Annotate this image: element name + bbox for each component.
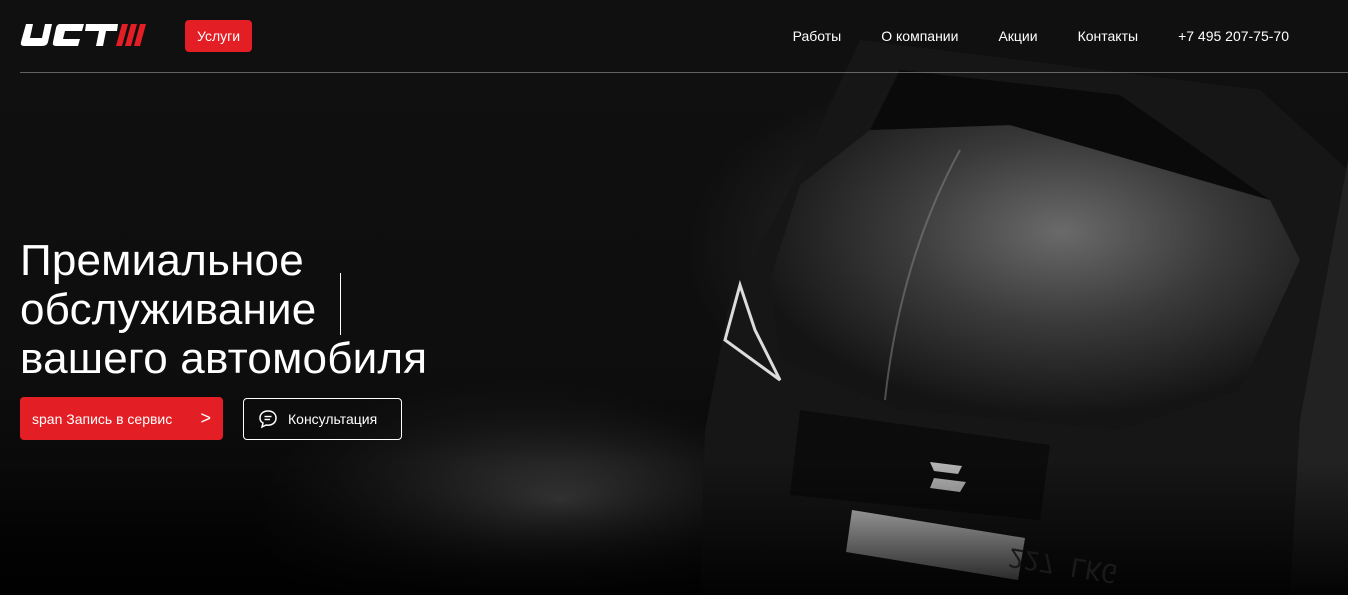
consultation-button[interactable]: Консультация: [243, 398, 402, 440]
text-cursor: [340, 273, 341, 335]
chevron-right-icon: >: [200, 408, 211, 428]
headline-line-1: Премиальное: [20, 236, 304, 285]
headline-line-2: обслуживание: [20, 285, 317, 334]
services-button-label: Услуги: [197, 28, 241, 44]
header-divider: [20, 72, 1348, 73]
book-service-label: span Запись в сервис: [32, 410, 173, 427]
book-service-button[interactable]: span Запись в сервис >: [20, 397, 223, 440]
nav-item-phone[interactable]: +7 495 207-75-70: [1178, 28, 1289, 44]
nav-item-contacts[interactable]: Контакты: [1078, 28, 1138, 44]
main-nav: Работы О компании Акции Контакты +7 495 …: [793, 28, 1289, 44]
headline-line-3: вашего автомобиля: [20, 334, 428, 383]
nav-item-about[interactable]: О компании: [881, 28, 958, 44]
consultation-label: Консультация: [288, 411, 378, 427]
nav-item-works[interactable]: Работы: [793, 28, 842, 44]
nav-item-promotions[interactable]: Акции: [998, 28, 1037, 44]
site-header: Услуги Работы О компании Акции Контакты …: [0, 0, 1348, 73]
hero-headline: Премиальное обслуживание вашего автомоби…: [20, 236, 500, 383]
uct-logo[interactable]: [20, 22, 146, 48]
services-button[interactable]: Услуги: [185, 20, 253, 52]
hero-section: 227 LKG Услуги Работы О компании Акции К…: [0, 0, 1348, 595]
chat-bubble-icon: [259, 410, 277, 429]
